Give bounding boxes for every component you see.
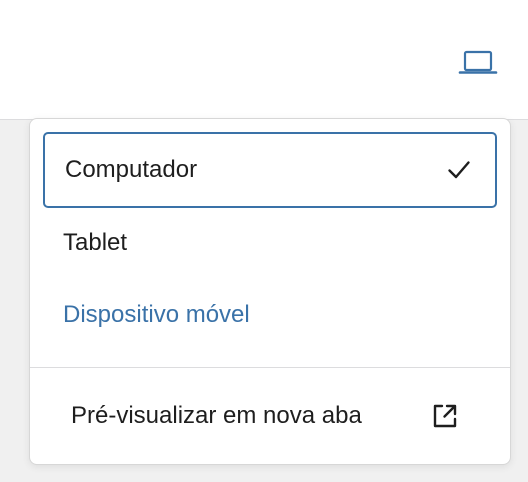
preview-in-new-tab-item[interactable]: Pré-visualizar em nova aba (30, 368, 510, 464)
check-icon (445, 156, 473, 184)
device-option-tablet[interactable]: Tablet (43, 205, 497, 281)
device-option-label: Computador (65, 156, 198, 183)
device-option-mobile[interactable]: Dispositivo móvel (43, 277, 497, 353)
laptop-icon (458, 50, 498, 74)
device-option-desktop[interactable]: Computador (43, 132, 497, 208)
device-options-group: Computador Tablet Dispositivo móvel (30, 119, 510, 367)
external-link-icon (428, 399, 462, 433)
device-option-label: Dispositivo móvel (63, 301, 250, 328)
device-option-label: Tablet (63, 229, 128, 256)
device-preview-toggle[interactable] (450, 42, 506, 82)
preview-dropdown-menu: Computador Tablet Dispositivo móvel Pré-… (29, 118, 511, 465)
editor-top-bar (0, 0, 528, 120)
preview-in-new-tab-label: Pré-visualizar em nova aba (71, 402, 362, 429)
